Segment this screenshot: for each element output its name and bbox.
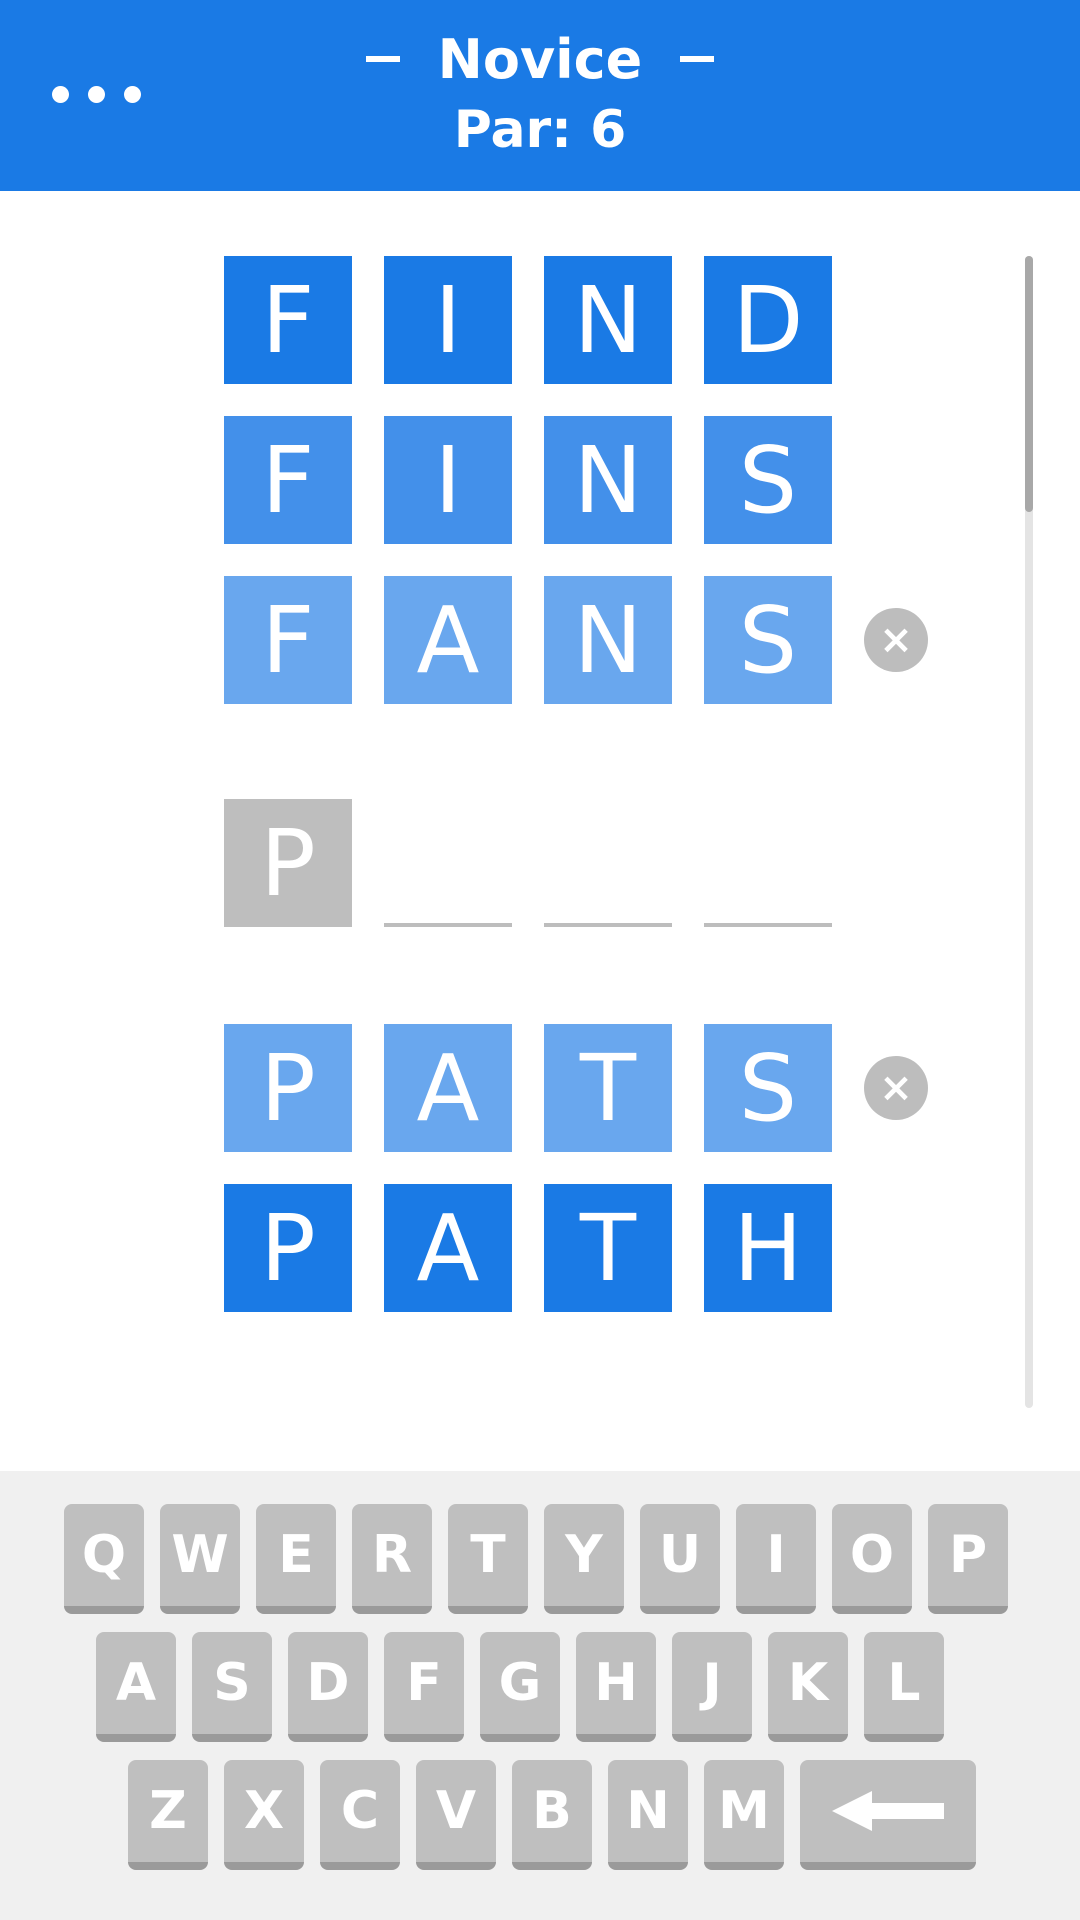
letter-tile: S bbox=[704, 416, 832, 544]
par-label: Par: 6 bbox=[453, 100, 627, 160]
key-b[interactable]: B bbox=[512, 1760, 592, 1870]
letter-tile: A bbox=[384, 1184, 512, 1312]
letter-tile: T bbox=[544, 1184, 672, 1312]
letter-tile: S bbox=[704, 1024, 832, 1152]
letter-tile: T bbox=[544, 1024, 672, 1152]
ladder-row: F A N S bbox=[224, 576, 832, 704]
key-j[interactable]: J bbox=[672, 1632, 752, 1742]
key-k[interactable]: K bbox=[768, 1632, 848, 1742]
key-a[interactable]: A bbox=[96, 1632, 176, 1742]
on-screen-keyboard: Q W E R T Y U I O P A S D F G H J K L Z … bbox=[0, 1471, 1080, 1920]
key-m[interactable]: M bbox=[704, 1760, 784, 1870]
key-e[interactable]: E bbox=[256, 1504, 336, 1614]
key-y[interactable]: Y bbox=[544, 1504, 624, 1614]
key-p[interactable]: P bbox=[928, 1504, 1008, 1614]
remove-word-icon[interactable]: × bbox=[864, 608, 928, 672]
letter-tile: S bbox=[704, 576, 832, 704]
key-s[interactable]: S bbox=[192, 1632, 272, 1742]
letter-tile: A bbox=[384, 576, 512, 704]
level-title: Novice bbox=[0, 28, 1080, 92]
key-i[interactable]: I bbox=[736, 1504, 816, 1614]
input-row[interactable]: P bbox=[224, 799, 832, 927]
key-g[interactable]: G bbox=[480, 1632, 560, 1742]
remove-word-icon[interactable]: × bbox=[864, 1056, 928, 1120]
ladder-row: P A T S bbox=[224, 1024, 832, 1152]
key-z[interactable]: Z bbox=[128, 1760, 208, 1870]
letter-tile: F bbox=[224, 416, 352, 544]
letter-tile: P bbox=[224, 799, 352, 927]
key-c[interactable]: C bbox=[320, 1760, 400, 1870]
letter-tile: A bbox=[384, 1024, 512, 1152]
word-ladder-board: F I N D F I N S F A N S × P P A T S × P … bbox=[0, 191, 1080, 1471]
key-q[interactable]: Q bbox=[64, 1504, 144, 1614]
letter-tile: N bbox=[544, 416, 672, 544]
key-l[interactable]: L bbox=[864, 1632, 944, 1742]
dash-left bbox=[365, 56, 400, 63]
top-bar: Novice Par: 6 bbox=[0, 0, 1080, 191]
letter-tile: D bbox=[704, 256, 832, 384]
ladder-row: F I N S bbox=[224, 416, 832, 544]
scrollbar-thumb[interactable] bbox=[1025, 256, 1033, 512]
letter-tile: I bbox=[384, 416, 512, 544]
letter-tile: H bbox=[704, 1184, 832, 1312]
key-o[interactable]: O bbox=[832, 1504, 912, 1614]
dash-right bbox=[680, 56, 715, 63]
backspace-key[interactable] bbox=[800, 1760, 976, 1870]
key-n[interactable]: N bbox=[608, 1760, 688, 1870]
letter-tile: I bbox=[384, 256, 512, 384]
key-d[interactable]: D bbox=[288, 1632, 368, 1742]
key-h[interactable]: H bbox=[576, 1632, 656, 1742]
level-name: Novice bbox=[437, 28, 643, 91]
letter-tile: N bbox=[544, 256, 672, 384]
key-t[interactable]: T bbox=[448, 1504, 528, 1614]
letter-tile: N bbox=[544, 576, 672, 704]
empty-letter-slot[interactable] bbox=[384, 799, 512, 927]
key-x[interactable]: X bbox=[224, 1760, 304, 1870]
letter-tile: F bbox=[224, 256, 352, 384]
backspace-arrow-icon bbox=[832, 1791, 944, 1831]
empty-letter-slot[interactable] bbox=[544, 799, 672, 927]
key-f[interactable]: F bbox=[384, 1632, 464, 1742]
empty-letter-slot[interactable] bbox=[704, 799, 832, 927]
letter-tile: P bbox=[224, 1184, 352, 1312]
key-r[interactable]: R bbox=[352, 1504, 432, 1614]
ladder-row: P A T H bbox=[224, 1184, 832, 1312]
ladder-row: F I N D bbox=[224, 256, 832, 384]
key-v[interactable]: V bbox=[416, 1760, 496, 1870]
letter-tile: P bbox=[224, 1024, 352, 1152]
key-u[interactable]: U bbox=[640, 1504, 720, 1614]
letter-tile: F bbox=[224, 576, 352, 704]
key-w[interactable]: W bbox=[160, 1504, 240, 1614]
